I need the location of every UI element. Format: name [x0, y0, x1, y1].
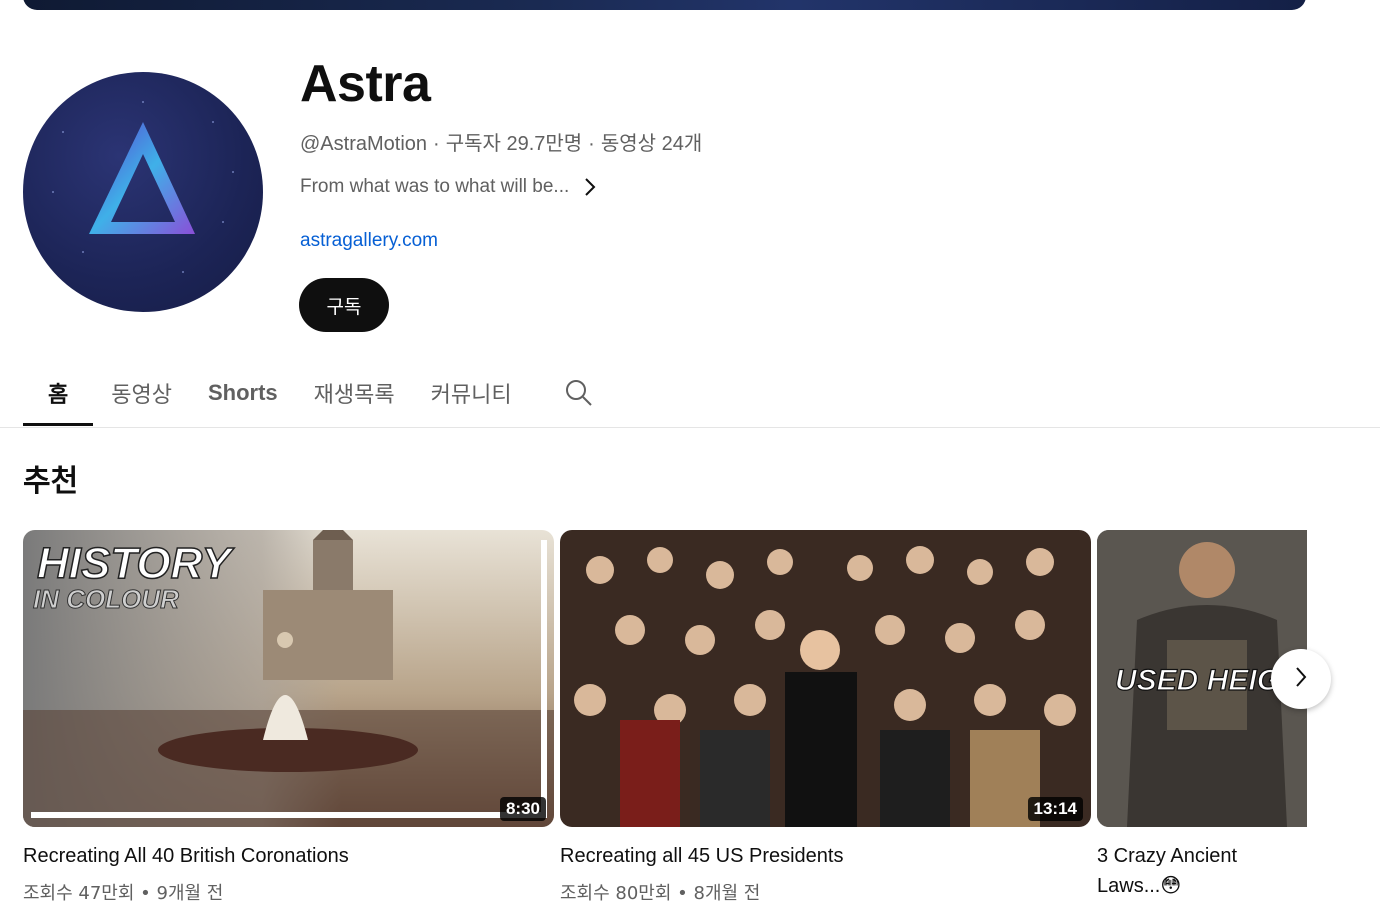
video-title[interactable]: Recreating all 45 US Presidents — [560, 841, 1091, 871]
video-count: 동영상 24개 — [600, 133, 703, 155]
video-duration: 8:30 — [499, 797, 546, 821]
channel-avatar[interactable] — [23, 72, 263, 312]
channel-handle: @AstraMotion — [300, 133, 428, 155]
chevron-right-icon — [583, 177, 597, 197]
video-card[interactable]: USED HEIGH 3 Crazy Ancient Laws...😳 — [1097, 530, 1307, 901]
section-title: 추천 — [23, 464, 79, 499]
video-thumbnail[interactable]: HISTORY IN COLOUR 8:30 — [23, 530, 554, 827]
thumbnail-overlay-text: HISTORY — [37, 539, 235, 588]
channel-banner — [23, 0, 1306, 10]
video-thumbnail[interactable]: 13:14 — [560, 530, 1091, 827]
tab-shorts[interactable]: Shorts — [190, 360, 296, 426]
channel-description[interactable]: From what was to what will be... — [300, 176, 597, 198]
chevron-right-icon — [1293, 665, 1309, 694]
subscribe-button[interactable]: 구독 — [299, 278, 389, 332]
meta-separator: · — [588, 133, 595, 155]
next-shelf-button[interactable] — [1271, 649, 1331, 709]
tabs-divider — [0, 427, 1380, 428]
video-shelf: HISTORY IN COLOUR 8:30 Recreating All 40… — [23, 530, 1307, 910]
channel-tabs: 홈 동영상 Shorts 재생목록 커뮤니티 — [23, 360, 594, 426]
astra-logo-icon — [52, 101, 234, 273]
video-title[interactable]: Recreating All 40 British Coronations — [23, 841, 554, 871]
tab-playlists[interactable]: 재생목록 — [296, 360, 413, 426]
video-card[interactable]: 13:14 Recreating all 45 US Presidents 조회… — [560, 530, 1091, 905]
tab-home[interactable]: 홈 — [23, 360, 94, 426]
description-text: From what was to what will be... — [300, 176, 570, 197]
video-meta: 조회수 80만회 • 8개월 전 — [560, 883, 761, 904]
video-meta: 조회수 47만회 • 9개월 전 — [23, 883, 224, 904]
channel-meta: @AstraMotion · 구독자 29.7만명 · 동영상 24개 — [300, 127, 702, 156]
meta-separator: · — [433, 133, 440, 155]
channel-name: Astra — [300, 55, 431, 113]
channel-link[interactable]: astragallery.com — [300, 230, 438, 252]
video-title[interactable]: 3 Crazy Ancient Laws...😳 — [1097, 841, 1277, 901]
search-icon[interactable] — [530, 360, 594, 426]
video-duration: 13:14 — [1027, 797, 1083, 821]
video-card[interactable]: HISTORY IN COLOUR 8:30 Recreating All 40… — [23, 530, 554, 905]
tab-videos[interactable]: 동영상 — [93, 360, 190, 426]
thumbnail-overlay-text: IN COLOUR — [33, 584, 179, 614]
subscriber-count: 구독자 29.7만명 — [445, 133, 583, 155]
tab-community[interactable]: 커뮤니티 — [413, 360, 530, 426]
